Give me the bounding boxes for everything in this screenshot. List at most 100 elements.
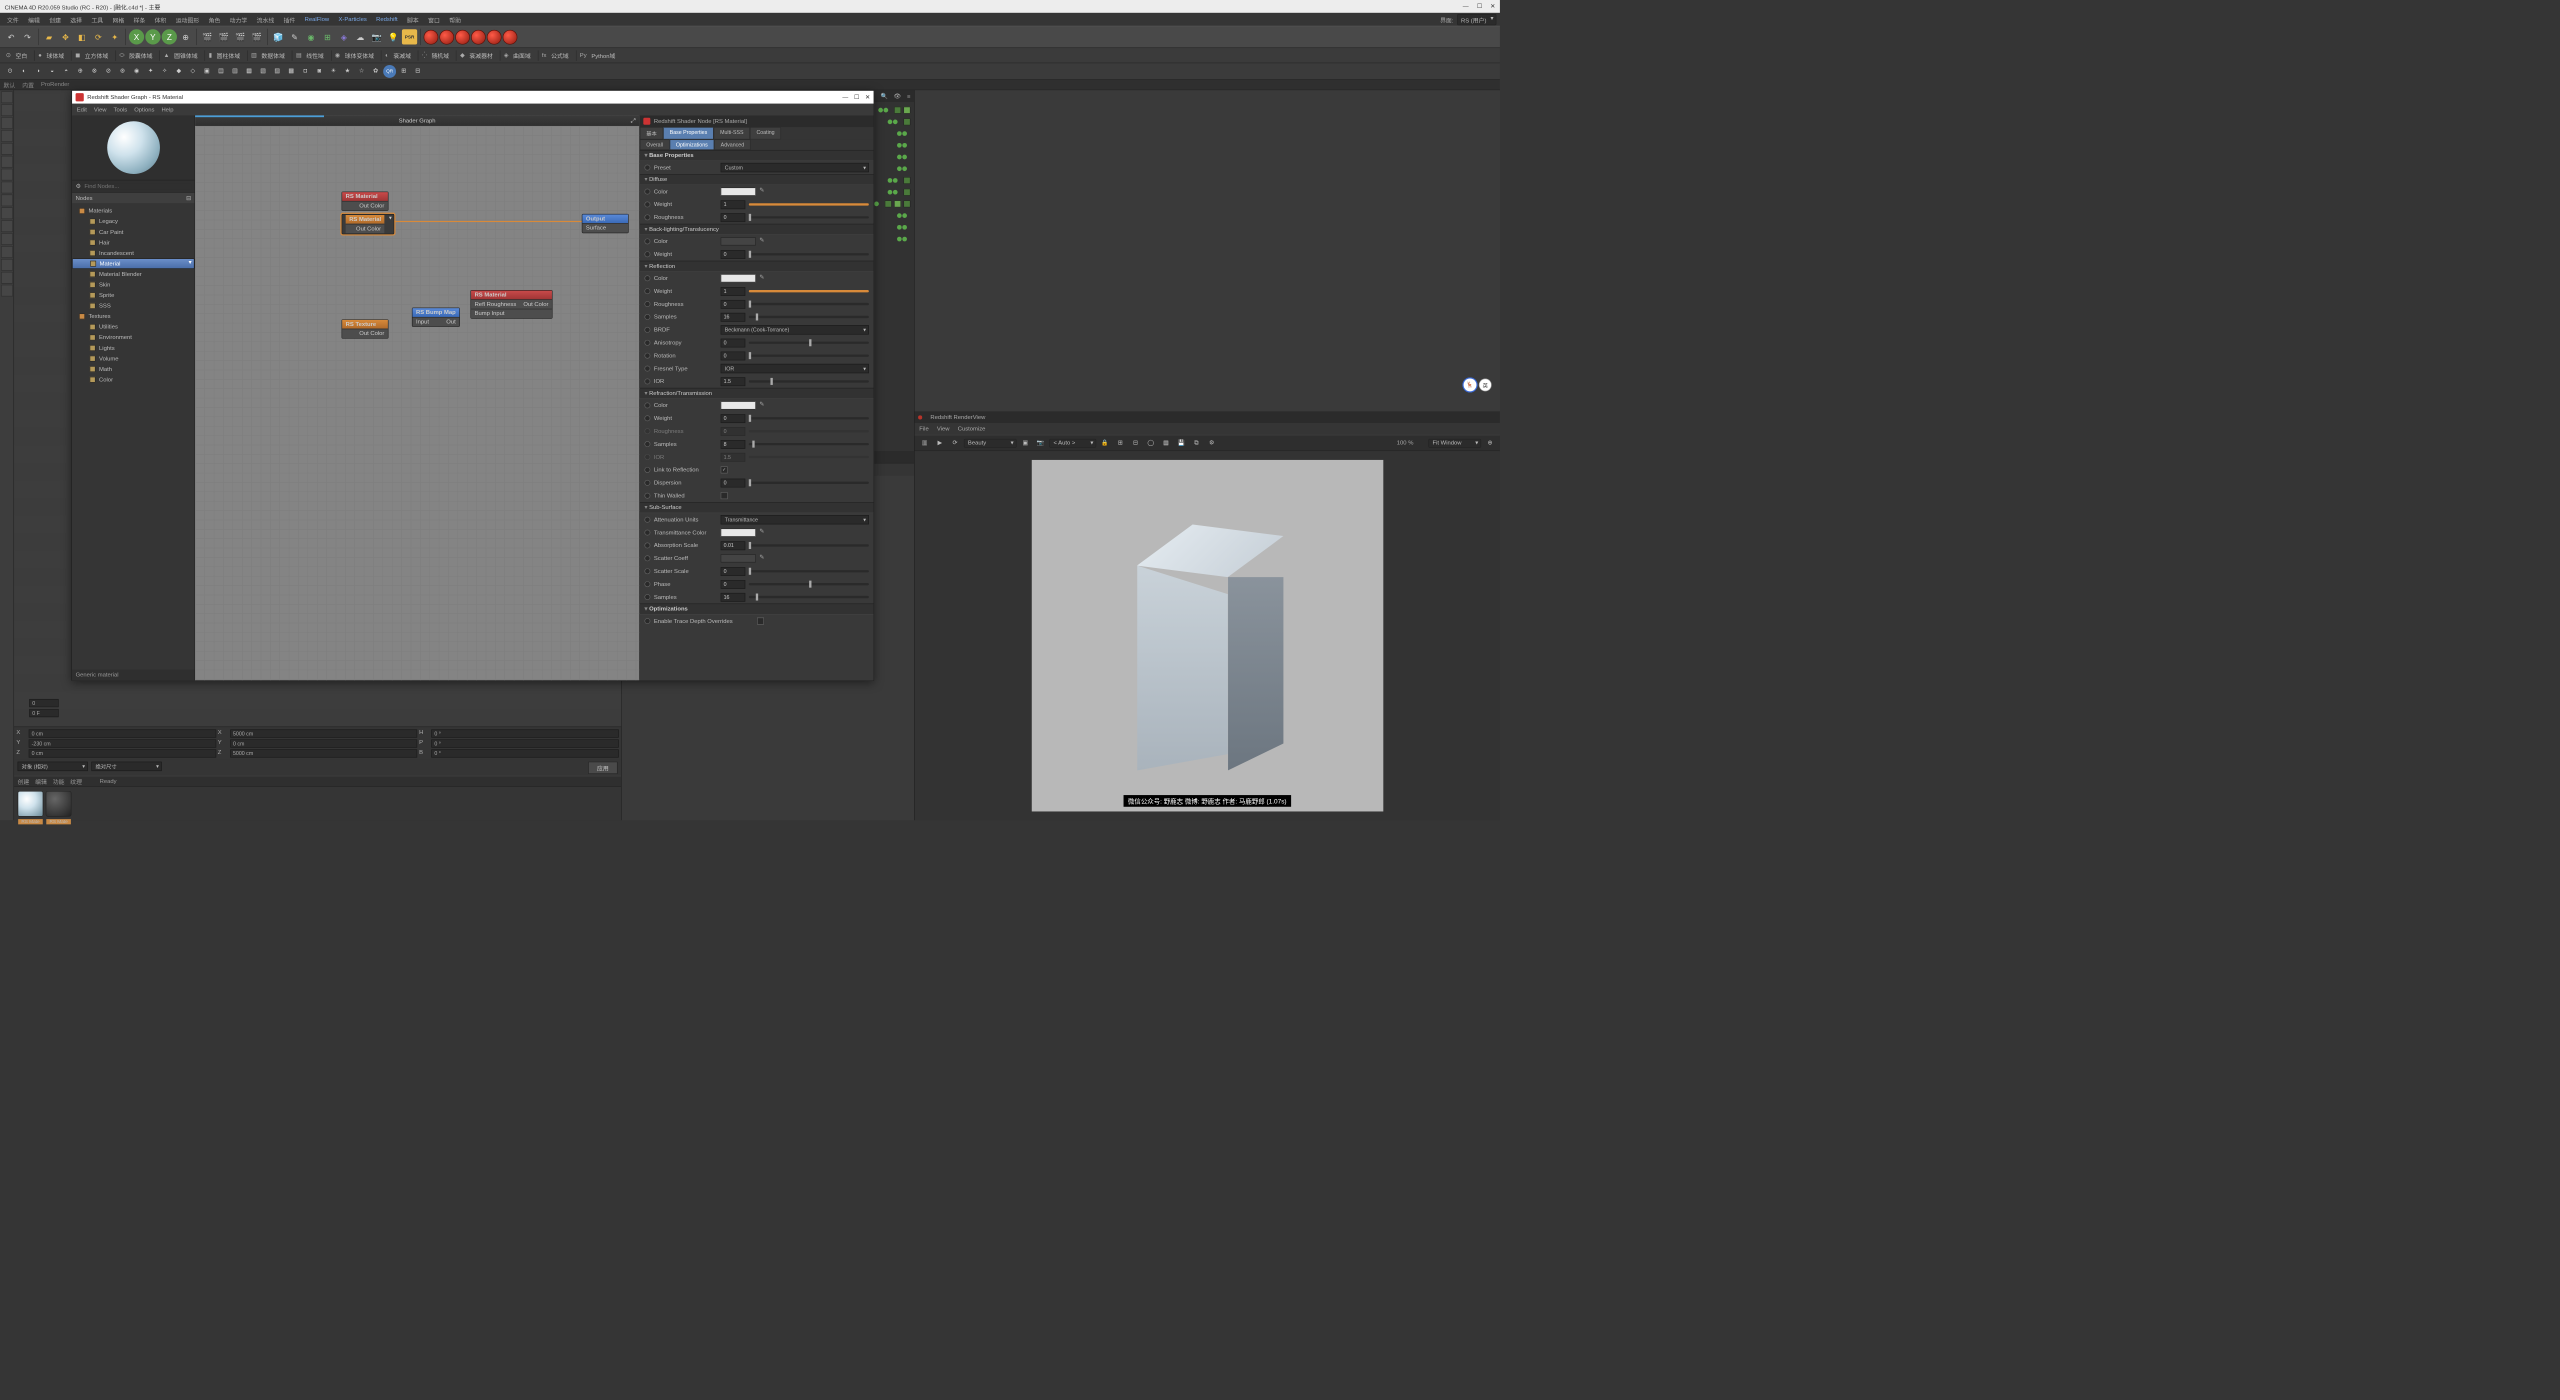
gutter-tool-icon[interactable] <box>1 182 13 194</box>
tree-item[interactable]: Skin <box>72 279 194 290</box>
t3-icon[interactable]: ✿ <box>369 65 382 78</box>
coord-sys-icon[interactable]: ⊕ <box>178 29 193 44</box>
array-icon[interactable]: ⊞ <box>320 29 335 44</box>
t3-icon[interactable]: ◒ <box>46 65 59 78</box>
render-refresh-icon[interactable]: ⟳ <box>949 437 962 450</box>
tree-item[interactable]: Hair <box>72 237 194 248</box>
field-data-icon[interactable]: ▥ <box>251 52 257 58</box>
preset-select[interactable]: Custom <box>721 163 869 172</box>
tree-item[interactable]: Environment <box>72 332 194 343</box>
undo-icon[interactable]: ↶ <box>4 29 19 44</box>
link-reflection-checkbox[interactable]: ✓ <box>721 466 728 473</box>
expand-icon[interactable]: ⊕ <box>1483 437 1496 450</box>
sm-edit[interactable]: Edit <box>77 106 87 112</box>
tab-overall[interactable]: Overall <box>640 139 670 150</box>
snapshot-icon[interactable]: 📷 <box>1034 437 1047 450</box>
subdiv-icon[interactable]: ◉ <box>303 29 318 44</box>
coord-z[interactable]: 0 cm <box>29 749 216 757</box>
save-icon[interactable]: 💾 <box>1175 437 1188 450</box>
t3-icon[interactable]: ★ <box>341 65 354 78</box>
sm-help[interactable]: Help <box>161 106 173 112</box>
tree-item[interactable]: Material <box>72 258 194 269</box>
win-maximize-icon[interactable]: ☐ <box>854 94 859 100</box>
field-cone-icon[interactable]: ▲ <box>164 52 170 58</box>
transmittance-color[interactable] <box>721 528 756 536</box>
t3-icon[interactable]: ◆ <box>172 65 185 78</box>
diffuse-weight-slider[interactable] <box>749 203 869 205</box>
t3-icon[interactable]: ▤ <box>214 65 227 78</box>
render-region-icon[interactable]: 🎬 <box>216 29 231 44</box>
t3-icon[interactable]: ▩ <box>285 65 298 78</box>
t3-icon[interactable]: ▣ <box>200 65 213 78</box>
menu-xparticles[interactable]: X-Particles <box>335 15 370 24</box>
tab-optimizations[interactable]: Optimizations <box>669 139 714 150</box>
tree-item[interactable]: Materials <box>72 206 194 217</box>
t3-icon[interactable]: ◇ <box>186 65 199 78</box>
psr-icon[interactable]: PSR <box>402 29 417 44</box>
t3-icon[interactable]: ✧ <box>158 65 171 78</box>
size-mode-select[interactable]: 绝对尺寸 <box>91 762 161 771</box>
z-axis-icon[interactable]: Z <box>162 29 177 44</box>
bucket-select[interactable]: < Auto > <box>1049 439 1096 448</box>
x-axis-icon[interactable]: X <box>129 29 144 44</box>
tab-prorender[interactable]: ProRender <box>41 81 69 87</box>
fresnel-select[interactable]: IOR <box>721 364 869 373</box>
t3-icon[interactable]: ◐ <box>18 65 31 78</box>
settings-icon[interactable]: ⚙ <box>1205 437 1218 450</box>
t3-icon[interactable]: ☆ <box>355 65 368 78</box>
deformer-icon[interactable]: ◈ <box>336 29 351 44</box>
field-surface-icon[interactable]: ◈ <box>504 52 509 58</box>
maximize-icon[interactable]: ☐ <box>1477 3 1482 9</box>
t3-icon[interactable]: ☀ <box>327 65 340 78</box>
tree-item[interactable]: Material Blender <box>72 269 194 280</box>
y-axis-icon[interactable]: Y <box>145 29 160 44</box>
tree-item[interactable]: Math <box>72 364 194 375</box>
picker-icon[interactable]: ✎ <box>759 401 767 409</box>
environment-icon[interactable]: ☁ <box>353 29 368 44</box>
gutter-tool-icon[interactable] <box>1 233 13 245</box>
gutter-tool-icon[interactable] <box>1 220 13 232</box>
sm-view[interactable]: View <box>94 106 107 112</box>
copy-icon[interactable]: ⧉ <box>1190 437 1203 450</box>
lastused-icon[interactable]: ✦ <box>107 29 122 44</box>
rs-dot-3-icon[interactable] <box>455 30 470 45</box>
menu-volume[interactable]: 体积 <box>151 14 170 25</box>
menu-icon[interactable]: ≡ <box>907 93 910 99</box>
select-live-icon[interactable]: ▰ <box>42 29 57 44</box>
render-queue-icon[interactable]: 🎬 <box>249 29 264 44</box>
material-slot-2[interactable]: RS Mate <box>46 791 72 817</box>
rot-b[interactable]: 0 ° <box>431 749 618 757</box>
back-color[interactable] <box>721 237 756 245</box>
t3-icon[interactable]: ⊟ <box>411 65 424 78</box>
node-rsmaterial-3[interactable]: RS Material Refl RoughnessOut Color Bump… <box>470 290 552 319</box>
aov-select[interactable]: Beauty <box>964 439 1017 448</box>
t3-icon[interactable]: ▥ <box>229 65 242 78</box>
t3-icon[interactable]: ▨ <box>271 65 284 78</box>
t3-icon[interactable]: ⊕ <box>74 65 87 78</box>
menu-tools[interactable]: 工具 <box>88 14 107 25</box>
gutter-tool-icon[interactable] <box>1 156 13 168</box>
viewport[interactable]: 100 cm 143 F Redshift Shader Graph - RS … <box>14 90 621 726</box>
render-settings-icon[interactable]: 🎬 <box>233 29 248 44</box>
field-null-icon[interactable]: ⊙ <box>6 52 11 58</box>
size-y[interactable]: 0 cm <box>230 739 417 747</box>
tab-basic[interactable]: 基本 <box>640 127 663 139</box>
field-random-icon[interactable]: ⁛ <box>422 52 427 58</box>
t3-icon[interactable]: ✦ <box>144 65 157 78</box>
rs-dot-1-icon[interactable] <box>424 30 439 45</box>
material-slot-1[interactable]: RS Mate <box>18 791 44 817</box>
menu-mograph[interactable]: 运动图形 <box>172 14 202 25</box>
brdf-select[interactable]: Beckmann (Cook-Torrance) <box>721 325 869 334</box>
t3-icon[interactable]: ◑ <box>32 65 45 78</box>
minimize-icon[interactable]: — <box>1463 3 1469 9</box>
t3-icon[interactable]: ◓ <box>60 65 73 78</box>
channels-icon[interactable]: ▦ <box>1159 437 1172 450</box>
render-play-icon[interactable]: ▶ <box>933 437 946 450</box>
tree-item[interactable]: Volume <box>72 353 194 364</box>
field-capsule-icon[interactable]: ⬭ <box>119 52 124 58</box>
grid2-icon[interactable]: ⊟ <box>1129 437 1142 450</box>
t3-icon[interactable]: ◙ <box>313 65 326 78</box>
redo-icon[interactable]: ↷ <box>20 29 35 44</box>
ime-badge[interactable]: 🦌英 <box>1462 377 1491 392</box>
menu-edit[interactable]: 编辑 <box>25 14 44 25</box>
